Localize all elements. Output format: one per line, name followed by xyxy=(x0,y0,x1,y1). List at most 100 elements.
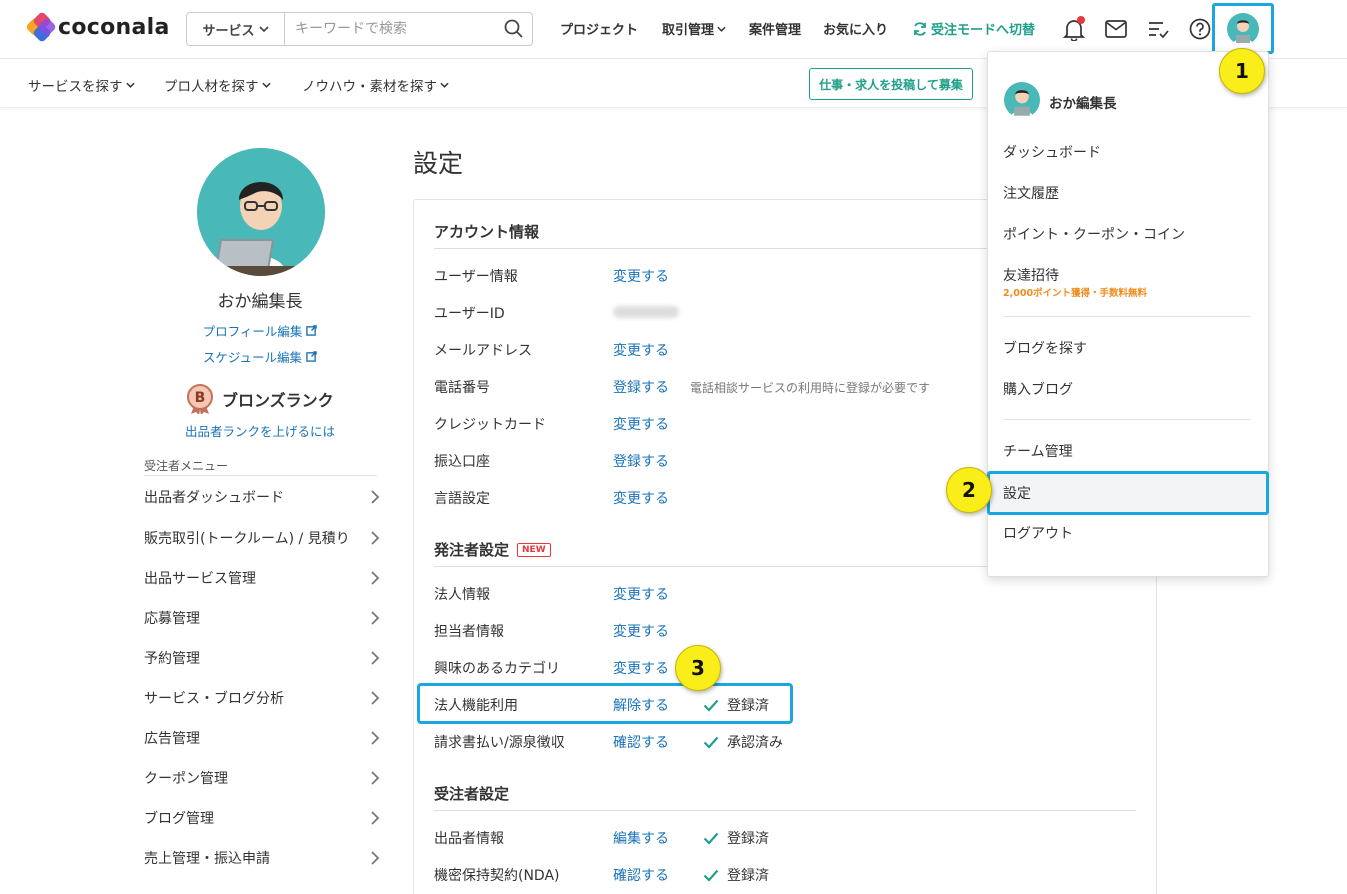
check-icon xyxy=(703,869,719,882)
avatar-image xyxy=(1009,89,1035,118)
dropdown-points[interactable]: ポイント・クーポン・コイン xyxy=(1003,224,1185,244)
side-menu-item-label: 予約管理 xyxy=(144,651,200,667)
edit-profile-label: プロフィール編集 xyxy=(202,324,303,339)
profile-name: おか編集長 xyxy=(217,292,303,312)
seller-section-label: 受注者設定 xyxy=(434,785,510,803)
rank-name: ブロンズランク xyxy=(222,391,334,410)
setting-action-link[interactable]: 変更する xyxy=(613,488,669,508)
setting-status: 登録済 xyxy=(703,828,769,848)
side-menu-item[interactable]: 予約管理 xyxy=(144,646,380,670)
chevron-right-icon xyxy=(371,731,380,745)
chevron-down-icon xyxy=(261,82,271,88)
setting-status-label: 承認済み xyxy=(727,735,783,751)
setting-action-link[interactable]: 変更する xyxy=(613,414,669,434)
side-menu-item[interactable]: 広告管理 xyxy=(144,726,380,750)
side-menu-item[interactable]: 売上管理・振込申請 xyxy=(144,846,380,870)
side-menu-item[interactable]: ブログ管理 xyxy=(144,806,380,830)
setting-label: ユーザーID xyxy=(434,306,505,322)
dropdown-find-blog[interactable]: ブログを探す xyxy=(1003,338,1087,358)
setting-label: クレジットカード xyxy=(434,417,546,433)
help-button[interactable] xyxy=(1186,15,1214,43)
account-section-title: アカウント情報 xyxy=(434,221,539,242)
nav-transactions[interactable]: 取引管理 xyxy=(662,19,726,38)
search-category-select[interactable]: サービス xyxy=(187,13,285,45)
side-menu-item[interactable]: 出品サービス管理 xyxy=(144,566,380,590)
side-menu-item-label: 売上管理・振込申請 xyxy=(144,851,270,867)
nav-jobs[interactable]: 案件管理 xyxy=(749,19,801,38)
step-marker-2: 2 xyxy=(946,467,992,513)
help-icon xyxy=(1189,18,1211,40)
setting-label: 興味のあるカテゴリ xyxy=(434,661,560,677)
setting-label: 言語設定 xyxy=(434,491,490,507)
dropdown-purchased-blog[interactable]: 購入ブログ xyxy=(1003,379,1073,399)
setting-action-link[interactable]: 登録する xyxy=(613,377,669,397)
nav-project-label: プロジェクト xyxy=(560,23,639,38)
setting-action-link[interactable]: 変更する xyxy=(613,340,669,360)
setting-action-link[interactable]: 確認する xyxy=(613,732,669,752)
nav-project[interactable]: プロジェクト xyxy=(560,19,638,38)
setting-action-link[interactable]: 編集する xyxy=(613,828,669,848)
new-badge: NEW xyxy=(517,542,551,557)
side-menu-heading: 受注者メニュー xyxy=(144,459,229,473)
rank-up-link[interactable]: 出品者ランクを上げるには xyxy=(160,421,360,440)
step-marker-1: 1 xyxy=(1219,48,1265,94)
side-menu-item[interactable]: 販売取引(トークルーム) / 見積り xyxy=(144,526,380,550)
setting-status: 登録済 xyxy=(703,865,769,885)
notifications-button[interactable] xyxy=(1060,15,1088,43)
subnav-find-service[interactable]: サービスを探す xyxy=(28,75,135,95)
coconala-logo[interactable]: coconala xyxy=(25,11,170,43)
side-menu-item[interactable]: クーポン管理 xyxy=(144,766,380,790)
dropdown-order-history[interactable]: 注文履歴 xyxy=(1003,183,1059,203)
side-menu-item[interactable]: 出品者ダッシュボード xyxy=(144,485,380,509)
chevron-right-icon xyxy=(371,771,380,785)
mode-switch-link[interactable]: 受注モードへ切替 xyxy=(912,19,1035,38)
step-marker-3: 3 xyxy=(675,645,721,691)
buyer-section-label: 発注者設定 xyxy=(434,541,510,559)
subnav-find-pro[interactable]: プロ人材を探す xyxy=(164,75,271,95)
search-input[interactable] xyxy=(285,13,496,45)
edit-schedule-link[interactable]: スケジュール編集 xyxy=(160,347,360,366)
setting-label: メールアドレス xyxy=(434,343,532,359)
page-title: 設定 xyxy=(413,149,464,178)
dropdown-logout[interactable]: ログアウト xyxy=(1003,523,1073,543)
seller-section-divider xyxy=(434,810,1136,811)
post-job-button[interactable]: 仕事・求人を投稿して募集 xyxy=(809,68,973,100)
dropdown-dashboard[interactable]: ダッシュボード xyxy=(1003,142,1101,162)
messages-button[interactable] xyxy=(1102,15,1130,43)
setting-action-link[interactable]: 登録する xyxy=(613,451,669,471)
chevron-right-icon xyxy=(371,651,380,665)
chevron-down-icon xyxy=(440,82,449,88)
setting-action-link[interactable]: 確認する xyxy=(613,865,669,885)
setting-action-link[interactable]: 変更する xyxy=(613,658,669,678)
nav-favorites[interactable]: お気に入り xyxy=(823,19,888,38)
chevron-right-icon xyxy=(371,490,380,504)
edit-profile-link[interactable]: プロフィール編集 xyxy=(160,321,360,340)
mode-switch-label: 受注モードへ切替 xyxy=(931,23,1036,38)
chevron-right-icon xyxy=(371,611,380,625)
dropdown-invite-friends[interactable]: 友達招待 xyxy=(1003,265,1059,285)
highlight-settings-item xyxy=(987,471,1269,515)
todo-button[interactable] xyxy=(1144,15,1172,43)
account-section-label: アカウント情報 xyxy=(434,223,540,241)
rank-letter: B xyxy=(195,390,206,406)
setting-label: 法人情報 xyxy=(434,587,490,603)
search-icon[interactable] xyxy=(496,13,532,45)
buyer-section-title: 発注者設定 NEW xyxy=(434,539,551,560)
side-menu-item[interactable]: 応募管理 xyxy=(144,606,380,630)
side-menu-item-label: 広告管理 xyxy=(144,731,200,747)
highlight-corporate-feature-row xyxy=(417,683,793,724)
profile-avatar-image xyxy=(197,148,325,276)
side-menu-item-label: 販売取引(トークルーム) / 見積り xyxy=(144,531,350,547)
subnav-knowhow[interactable]: ノウハウ・素材を探す xyxy=(302,75,449,95)
setting-label: 担当者情報 xyxy=(434,624,504,640)
side-menu-item[interactable]: サービス・ブログ分析 xyxy=(144,686,380,710)
dropdown-team-management[interactable]: チーム管理 xyxy=(1003,441,1073,461)
setting-action-link[interactable]: 変更する xyxy=(613,621,669,641)
setting-status-label: 登録済 xyxy=(727,868,769,884)
setting-action-link[interactable]: 変更する xyxy=(613,584,669,604)
nav-transactions-label: 取引管理 xyxy=(662,23,715,38)
side-menu-item-label: クーポン管理 xyxy=(144,771,228,787)
side-menu-item-label: 出品サービス管理 xyxy=(144,571,256,587)
dropdown-divider xyxy=(1003,419,1251,420)
setting-action-link[interactable]: 変更する xyxy=(613,266,669,286)
